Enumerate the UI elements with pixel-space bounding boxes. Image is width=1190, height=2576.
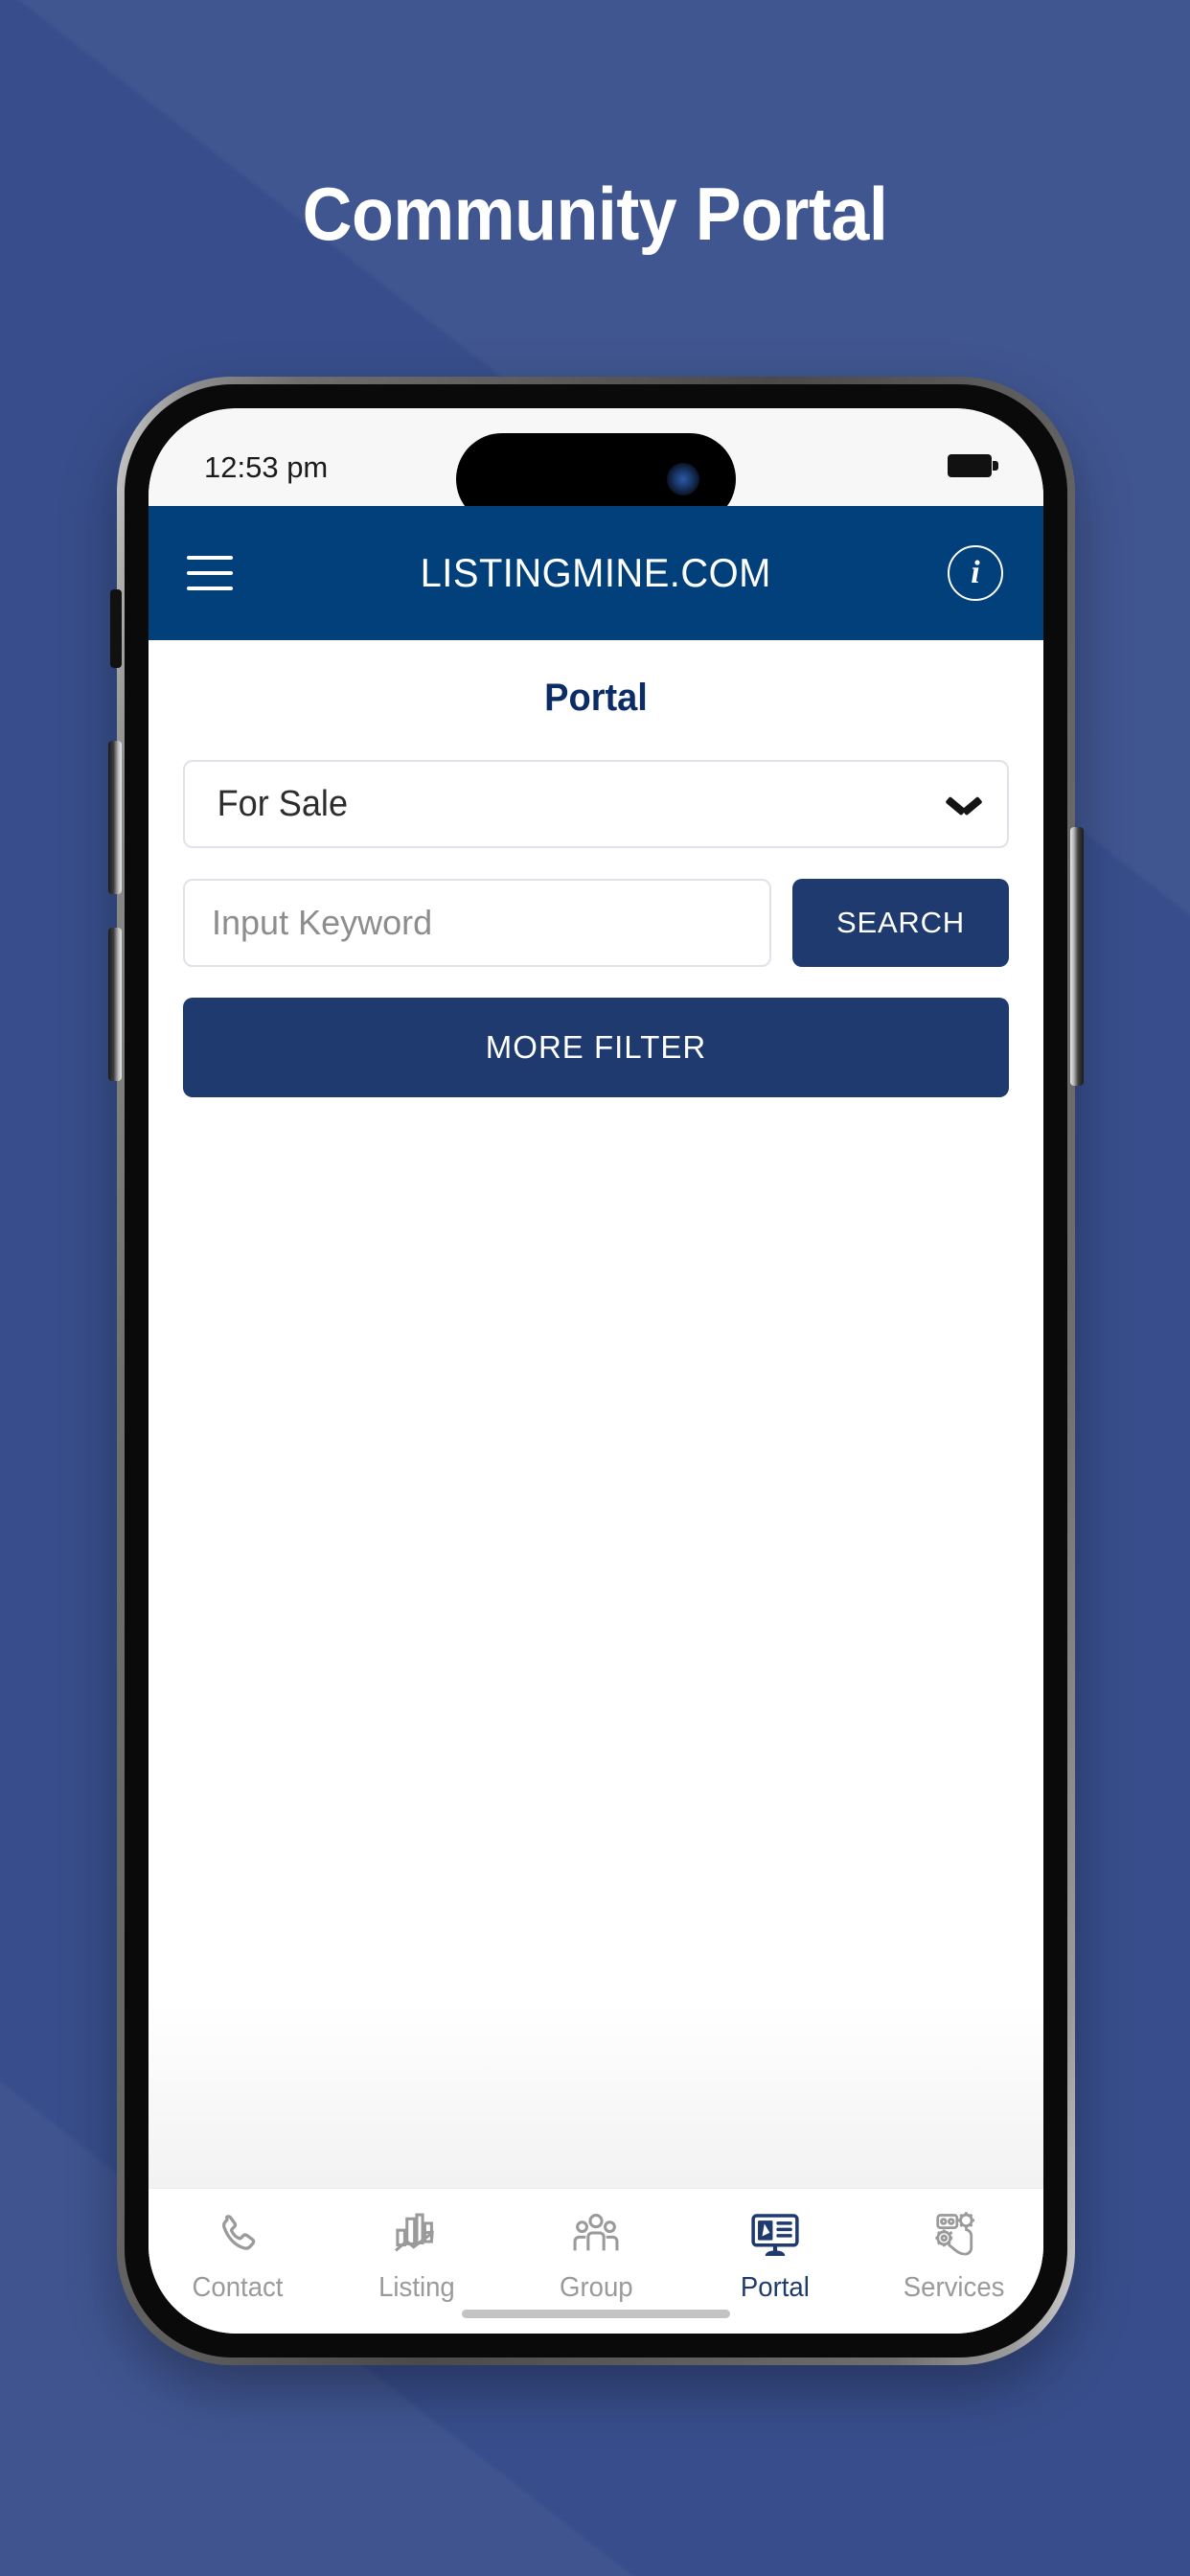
nav-label-contact: Contact xyxy=(192,2272,284,2303)
info-icon[interactable]: i xyxy=(948,545,1003,601)
hamburger-menu-icon[interactable] xyxy=(187,556,233,590)
app-title: LISTINGMINE.COM xyxy=(420,550,772,595)
status-bar: 12:53 pm xyxy=(149,408,1043,525)
chevron-down-icon xyxy=(948,795,980,813)
device-body: 12:53 pm LISTINGMINE.COM i Portal For Sa… xyxy=(125,384,1067,2358)
info-icon-label: i xyxy=(971,555,980,590)
nav-label-services: Services xyxy=(903,2272,1005,2303)
phone-device-mockup: 12:53 pm LISTINGMINE.COM i Portal For Sa… xyxy=(108,377,1084,2365)
portal-scroll-area[interactable]: Portal For Sale SEARCH MORE FILTER xyxy=(149,640,1043,2188)
power-button[interactable] xyxy=(1070,827,1084,1086)
nav-item-contact[interactable]: Contact xyxy=(149,2209,328,2304)
people-group-icon xyxy=(573,2214,619,2251)
volume-up-button[interactable] xyxy=(108,741,122,894)
nav-label-listing: Listing xyxy=(378,2272,456,2303)
battery-full-icon xyxy=(948,454,998,477)
page-section-title: Portal xyxy=(544,677,648,719)
nav-item-listing[interactable]: Listing xyxy=(328,2209,507,2304)
device-frame: 12:53 pm LISTINGMINE.COM i Portal For Sa… xyxy=(108,377,1084,2365)
nav-item-group[interactable]: Group xyxy=(507,2209,686,2304)
listing-type-select-value: For Sale xyxy=(217,783,349,824)
status-time: 12:53 pm xyxy=(204,450,329,484)
page-title: Community Portal xyxy=(302,172,888,256)
home-indicator xyxy=(462,2310,730,2318)
phone-icon xyxy=(222,2215,256,2250)
search-button[interactable]: SEARCH xyxy=(792,879,1009,967)
nav-label-portal: Portal xyxy=(740,2272,810,2303)
search-form: For Sale SEARCH MORE FILTER xyxy=(149,760,1043,1097)
nav-item-portal[interactable]: Portal xyxy=(685,2209,864,2304)
listing-type-select[interactable]: For Sale xyxy=(183,760,1009,848)
phone-screen: 12:53 pm LISTINGMINE.COM i Portal For Sa… xyxy=(149,408,1043,2334)
nav-item-services[interactable]: Services xyxy=(864,2209,1043,2304)
volume-down-button[interactable] xyxy=(108,928,122,1081)
presentation-board-icon xyxy=(751,2214,799,2256)
app-header: LISTINGMINE.COM i xyxy=(149,506,1043,640)
buildings-chart-icon xyxy=(395,2213,434,2252)
search-input[interactable] xyxy=(183,879,771,967)
front-camera-icon xyxy=(667,463,699,495)
silent-switch-button[interactable] xyxy=(110,589,122,668)
nav-label-group: Group xyxy=(559,2272,633,2303)
search-row: SEARCH xyxy=(183,879,1009,967)
person-gears-icon xyxy=(934,2212,974,2256)
app-content: Portal For Sale SEARCH MORE FILTER xyxy=(149,640,1043,2334)
more-filter-button[interactable]: MORE FILTER xyxy=(183,998,1009,1097)
